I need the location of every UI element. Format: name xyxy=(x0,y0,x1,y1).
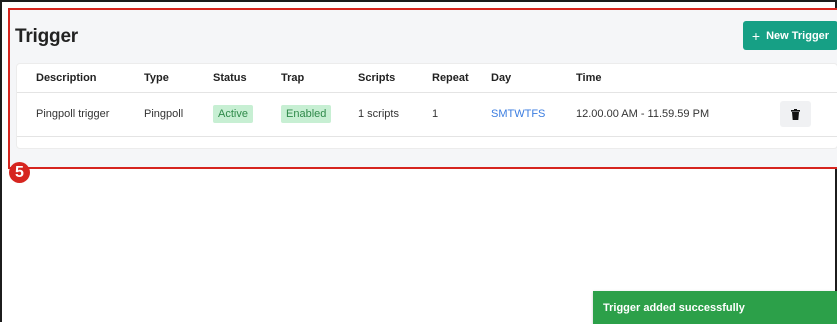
cell-scripts: 1 scripts xyxy=(358,92,432,137)
page-title: Trigger xyxy=(15,26,79,47)
column-header-trap: Trap xyxy=(281,64,358,93)
trigger-table: Description Type Status Trap Scripts Rep… xyxy=(17,64,837,137)
table-row[interactable]: Pingpoll trigger Pingpoll Active Enabled… xyxy=(17,92,837,137)
column-header-day: Day xyxy=(491,64,576,93)
column-header-repeat: Repeat xyxy=(432,64,491,93)
cell-actions xyxy=(777,92,837,137)
cell-status: Active xyxy=(213,92,281,137)
column-header-description: Description xyxy=(17,64,144,93)
column-header-actions xyxy=(777,64,837,93)
column-header-type: Type xyxy=(144,64,213,93)
cell-description: Pingpoll trigger xyxy=(17,92,144,137)
plus-icon: + xyxy=(751,27,761,44)
cell-repeat: 1 xyxy=(432,92,491,137)
day-link[interactable]: SMTWTFS xyxy=(491,108,545,120)
trash-icon xyxy=(791,108,800,120)
new-trigger-label: New Trigger xyxy=(766,29,830,42)
app-frame: Trigger + New Trigger Description Type S… xyxy=(0,0,837,324)
new-trigger-button[interactable]: + New Trigger xyxy=(743,21,837,50)
table-header-row: Description Type Status Trap Scripts Rep… xyxy=(17,64,837,93)
success-toast: Trigger added successfully xyxy=(593,291,837,324)
trap-badge: Enabled xyxy=(281,105,332,123)
cell-trap: Enabled xyxy=(281,92,358,137)
cell-time: 12.00.00 AM - 11.59.59 PM xyxy=(576,92,777,137)
status-badge: Active xyxy=(213,105,253,123)
cell-type: Pingpoll xyxy=(144,92,213,137)
column-header-time: Time xyxy=(576,64,777,93)
cell-day: SMTWTFS xyxy=(491,92,576,137)
column-header-status: Status xyxy=(213,64,281,93)
column-header-scripts: Scripts xyxy=(358,64,432,93)
trigger-table-container: Description Type Status Trap Scripts Rep… xyxy=(17,64,837,148)
step-annotation-badge: 5 xyxy=(9,162,30,183)
delete-button[interactable] xyxy=(780,101,811,127)
